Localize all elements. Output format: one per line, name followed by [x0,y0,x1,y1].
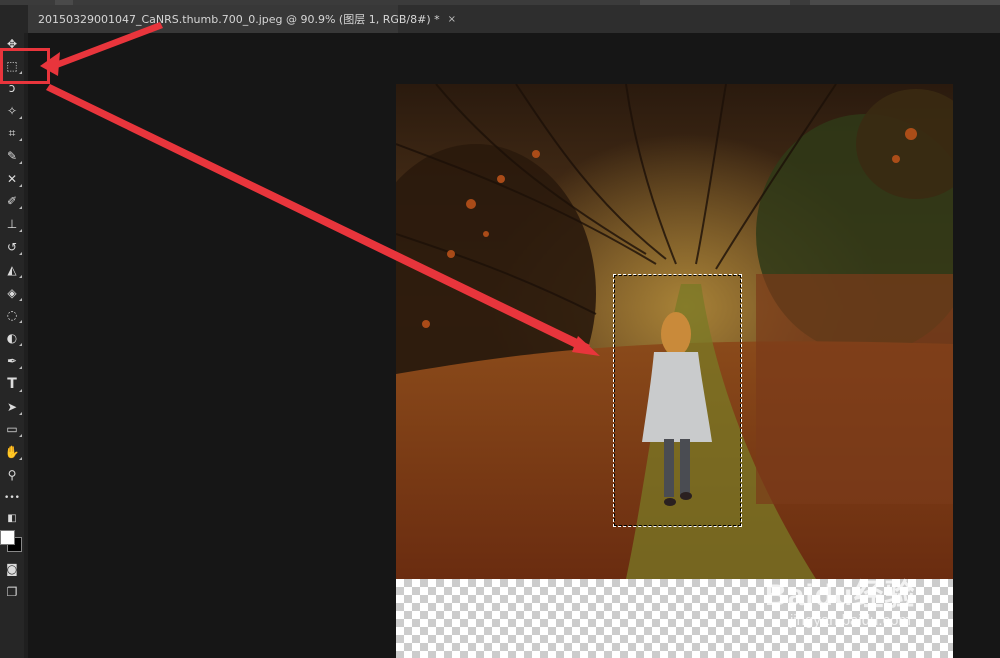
default-colors-button[interactable]: ◧ [3,510,21,528]
clone-stamp-tool[interactable]: ⊥ [3,215,22,233]
magic-wand-tool-icon: ✧ [6,104,18,118]
more-tools-icon: ••• [4,492,20,503]
type-tool[interactable]: T [3,375,22,393]
history-brush-tool[interactable]: ↺ [3,238,22,256]
dodge-tool-icon: ◐ [6,331,18,345]
pen-tool[interactable]: ✒ [3,352,22,370]
eraser-tool-icon: ◭ [7,263,17,277]
hand-tool-icon: ✋ [4,445,20,459]
crop-tool-icon: ⌗ [8,126,16,140]
path-selection-tool[interactable]: ➤ [3,398,22,416]
healing-brush-tool-icon: ✕ [6,172,18,186]
foreground-color-swatch[interactable] [0,530,15,545]
paint-bucket-tool-icon: ◈ [7,286,17,300]
healing-brush-tool[interactable]: ✕ [3,170,22,188]
quick-mask-icon: ◙ [6,562,18,576]
highlight-box [0,48,50,84]
zoom-tool-icon: ⚲ [7,468,17,482]
watermark-url: jingyan.baidu.com [790,612,911,629]
brush-tool-icon: ✐ [6,194,18,208]
close-icon[interactable]: × [448,14,456,25]
dodge-tool[interactable]: ◐ [3,329,22,347]
eyedropper-tool-icon: ✎ [6,149,18,163]
rectangular-selection[interactable] [613,274,742,527]
crop-tool[interactable]: ⌗ [3,124,22,142]
clone-stamp-tool-icon: ⊥ [6,217,18,231]
magic-wand-tool[interactable]: ✧ [3,102,22,120]
document-tab-title: 20150329001047_CaNRS.thumb.700_0.jpeg @ … [38,13,440,26]
brush-tool[interactable]: ✐ [3,192,22,210]
quick-mask-button[interactable]: ◙ [3,560,21,578]
screen-mode-icon: ❐ [6,585,18,599]
rectangle-shape-tool[interactable]: ▭ [3,420,22,438]
path-selection-tool-icon: ➤ [6,400,18,414]
rectangle-shape-tool-icon: ▭ [6,422,18,436]
type-tool-icon: T [7,376,17,392]
hand-tool[interactable]: ✋ [3,443,22,461]
blur-tool-icon: ◌ [6,308,18,322]
document-tab-bar: 20150329001047_CaNRS.thumb.700_0.jpeg @ … [28,5,1000,33]
eyedropper-tool[interactable]: ✎ [3,147,22,165]
screen-mode-button[interactable]: ❐ [3,583,21,601]
watermark-brand: Baidu经验 [765,579,916,612]
toolbar-header [0,5,24,33]
more-tools-button[interactable]: ••• [3,489,21,507]
pen-tool-icon: ✒ [6,354,18,368]
default-colors-icon: ◧ [7,513,17,524]
document-tab[interactable]: 20150329001047_CaNRS.thumb.700_0.jpeg @ … [28,5,456,33]
eraser-tool[interactable]: ◭ [3,261,22,279]
paint-bucket-tool[interactable]: ◈ [3,284,22,302]
history-brush-tool-icon: ↺ [6,240,18,254]
blur-tool[interactable]: ◌ [3,306,22,324]
zoom-tool[interactable]: ⚲ [3,466,21,484]
